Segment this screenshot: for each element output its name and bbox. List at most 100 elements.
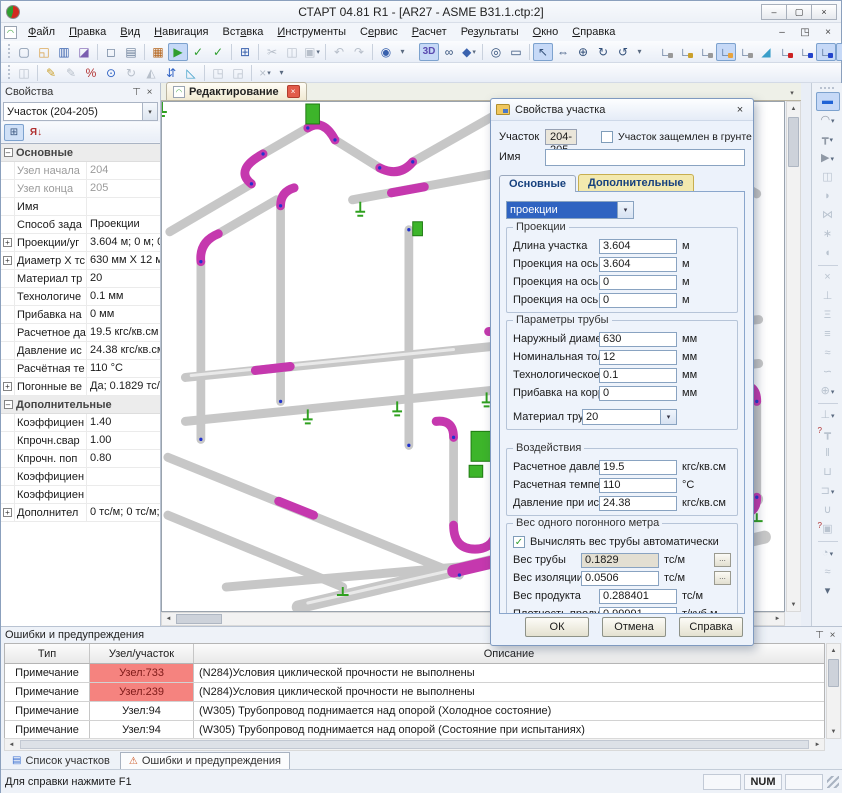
edit-percent-icon[interactable]: % [81, 64, 101, 82]
maximize-button[interactable]: ▢ [786, 4, 812, 20]
print-icon[interactable]: ▤ [121, 43, 141, 61]
menu-item-2[interactable]: Вид [113, 23, 147, 41]
field-input[interactable]: 0.99991 [599, 607, 677, 615]
print-preview-icon[interactable]: ◻ [101, 43, 121, 61]
property-category[interactable]: –Основные [1, 144, 160, 162]
find-icon[interactable]: ∞ [439, 43, 459, 61]
menu-item-10[interactable]: Справка [565, 23, 622, 41]
tab-close-icon[interactable]: × [287, 85, 300, 98]
field-input[interactable]: 24.38 [599, 496, 677, 511]
scroll-down-icon[interactable]: ▼ [827, 725, 840, 738]
collapse-icon[interactable]: – [4, 400, 13, 409]
expand-icon[interactable]: + [3, 238, 12, 247]
sort-alphabetical-button[interactable]: Я↓ [26, 124, 46, 141]
property-row[interactable]: Узел начала204 [1, 162, 160, 180]
property-row[interactable]: Имя [1, 198, 160, 216]
property-row[interactable]: Прибавка на0 мм [1, 306, 160, 324]
field-input[interactable]: 0 [599, 386, 677, 401]
categorized-button[interactable]: ⊞ [4, 124, 24, 141]
zoom-icon[interactable]: ⊕ [573, 43, 593, 61]
name-input[interactable] [545, 149, 745, 166]
property-row[interactable]: Расчетное да19.5 кгс/кв.см [1, 324, 160, 342]
field-input[interactable]: 3.604 [599, 239, 677, 254]
tab-main[interactable]: Основные [499, 175, 576, 192]
rotate-ccw-icon[interactable]: ↺ [613, 43, 633, 61]
scroll-up-icon[interactable]: ▲ [787, 102, 800, 115]
solid-view-icon[interactable]: ◆▾ [459, 43, 479, 61]
property-row[interactable]: Давление ис24.38 кгс/кв.см [1, 342, 160, 360]
errors-vertical-scrollbar[interactable]: ▲ ▼ [826, 643, 841, 739]
elbow-icon[interactable]: ◠▾ [816, 111, 840, 130]
menu-item-8[interactable]: Результаты [454, 23, 526, 41]
property-value[interactable]: 0.80 [86, 450, 160, 467]
menu-item-5[interactable]: Инструменты [270, 23, 353, 41]
initial-data-icon[interactable]: ▦ [148, 43, 168, 61]
property-row[interactable]: +Диаметр X тс630 мм X 12 мм [1, 252, 160, 270]
column-header[interactable]: Тип [5, 644, 90, 663]
dialog-title-bar[interactable]: Свойства участка × [491, 99, 753, 121]
scroll-left-icon[interactable]: ◄ [5, 738, 18, 751]
segment-plus-icon[interactable]: ∟ [836, 43, 842, 61]
property-value[interactable]: Проекции [86, 216, 160, 233]
segment-split-icon[interactable]: ∟ [676, 43, 696, 61]
tab-additional[interactable]: Дополнительные [578, 174, 694, 191]
property-value[interactable]: 20 [86, 270, 160, 287]
property-row[interactable]: Расчётная те110 °C [1, 360, 160, 378]
segment-delete-icon[interactable]: ∟ [776, 43, 796, 61]
rotate-cw-icon[interactable]: ↻ [593, 43, 613, 61]
error-row[interactable]: ПримечаниеУзел:733(N284)Условия цикличес… [5, 664, 824, 683]
clamped-checkbox[interactable] [601, 131, 613, 143]
property-row[interactable]: +Погонные веДа; 0.1829 тс/м; [1, 378, 160, 396]
dropdown-icon[interactable]: ▾ [660, 410, 676, 424]
tab-errors-warnings[interactable]: ⚠ Ошибки и предупреждения [120, 752, 290, 769]
field-input[interactable]: 110 [599, 478, 677, 493]
view-vertical-scrollbar[interactable]: ▲ ▼ [786, 101, 801, 612]
field-input[interactable]: 0.0506 [581, 571, 659, 586]
property-row[interactable]: Коэффициен [1, 468, 160, 486]
segment-add-icon[interactable]: ∟ [796, 43, 816, 61]
scroll-left-icon[interactable]: ◄ [162, 613, 175, 626]
browse-button[interactable]: ... [714, 571, 731, 585]
field-input[interactable]: 3.604 [599, 257, 677, 272]
segment-num-icon[interactable]: ∟ [816, 43, 836, 61]
column-header[interactable]: Узел/участок [90, 644, 194, 663]
property-value[interactable]: 24.38 кгс/кв.см [86, 342, 160, 359]
field-input[interactable]: 0.288401 [599, 589, 677, 604]
toolbar-overflow-icon[interactable]: ▾ [396, 43, 409, 61]
segment-merge-icon[interactable]: ∟ [696, 43, 716, 61]
expand-icon[interactable]: + [3, 382, 12, 391]
panel-close-icon[interactable]: × [826, 630, 839, 641]
property-row[interactable]: +Дополнител0 тс/м; 0 тс/м; 0 [1, 504, 160, 522]
object-selector[interactable]: Участок (204-205) ▾ [3, 102, 158, 121]
chevron-down-icon[interactable]: ▾ [142, 103, 157, 120]
check-source-icon[interactable]: ✓ [188, 43, 208, 61]
close-button[interactable]: × [811, 4, 837, 20]
menu-item-1[interactable]: Правка [62, 23, 113, 41]
mode-combobox[interactable]: проекции ▾ [506, 201, 634, 219]
export-icon[interactable]: ◪ [74, 43, 94, 61]
field-input[interactable]: 19.5 [599, 460, 677, 475]
menu-item-3[interactable]: Навигация [147, 23, 215, 41]
property-row[interactable]: +Проекции/уг3.604 м; 0 м; 0 м [1, 234, 160, 252]
collapse-icon[interactable]: – [4, 148, 13, 157]
ok-button[interactable]: ОК [525, 617, 589, 637]
field-input[interactable]: 0.1 [599, 368, 677, 383]
child-close-icon[interactable]: × [821, 27, 835, 38]
help-button[interactable]: Справка [679, 617, 743, 637]
property-value[interactable]: 0 мм [86, 306, 160, 323]
property-row[interactable]: Материал тр20 [1, 270, 160, 288]
toolbar-overflow-icon[interactable]: ▾ [816, 582, 840, 601]
pin-icon[interactable]: ⊤ [130, 87, 143, 98]
pipe-segment-icon[interactable]: ▬ [816, 92, 840, 111]
menu-item-6[interactable]: Сервис [353, 23, 405, 41]
property-value[interactable]: 630 мм X 12 мм [86, 252, 160, 269]
property-value[interactable]: 1.00 [86, 432, 160, 449]
property-value[interactable]: 19.5 кгс/кв.см [86, 324, 160, 341]
property-value[interactable]: 0 тс/м; 0 тс/м; 0 [86, 504, 160, 521]
scroll-thumb[interactable] [828, 659, 839, 687]
property-value[interactable]: 1.40 [86, 414, 160, 431]
tee-icon[interactable]: ┳▾ [816, 130, 840, 149]
error-row[interactable]: ПримечаниеУзел:94(W305) Трубопровод подн… [5, 702, 824, 721]
new-document-icon[interactable]: ▢ [14, 43, 34, 61]
save-icon[interactable]: ▥ [54, 43, 74, 61]
